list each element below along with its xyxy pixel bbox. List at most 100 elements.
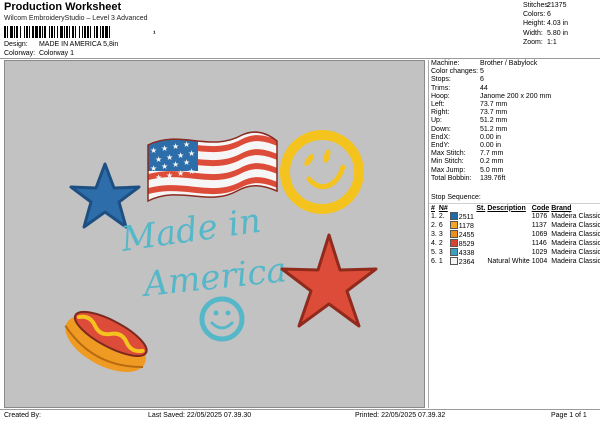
color-cell: 8529	[449, 239, 477, 248]
machine-info-label: Total Bobbin:	[431, 174, 472, 182]
machine-info-value: 73.7 mm	[480, 101, 508, 109]
thread-brand: Madeira Classic 40	[551, 231, 600, 238]
machine-info-row: EndX: 0.00 in	[431, 134, 551, 142]
thread-code: 1004	[531, 258, 548, 265]
color-id: 8529	[458, 241, 475, 248]
stop-number: 1.	[431, 213, 437, 220]
machine-info-label: Left:	[431, 101, 445, 109]
stop-number: 3.	[431, 231, 437, 238]
machine-info-row: EndY: 0.00 in	[431, 142, 551, 150]
machine-info-label: Machine:	[431, 60, 460, 67]
colorway-row: Colorway: Colorway 1	[4, 50, 74, 57]
machine-info-value: 0.00 in	[480, 133, 502, 141]
stitch-count	[476, 221, 487, 230]
machine-info-value: 51.2 mm	[480, 117, 508, 125]
stop-sequence-label: Stop Sequence:	[431, 194, 481, 201]
thread-code: 1029	[531, 249, 548, 256]
barcode	[4, 26, 110, 38]
machine-info-row: Stops: 6	[431, 76, 551, 84]
red-star	[280, 233, 378, 328]
machine-info-label: EndX:	[431, 133, 451, 141]
machine-info-label: EndY:	[431, 142, 450, 150]
color-cell: 2511	[449, 212, 477, 221]
software-subtitle: Wilcom EmbroideryStudio – Level 3 Advanc…	[4, 15, 148, 22]
page-title: Production Worksheet	[4, 1, 122, 13]
machine-info-label: Color changes:	[431, 68, 479, 76]
machine-info-label: Up:	[431, 117, 442, 125]
design-value: MADE IN AMERICA 5,8in	[38, 41, 119, 48]
color-swatch	[449, 248, 458, 256]
thread-brand: Madeira Classic 40	[551, 258, 600, 265]
svg-text:★: ★	[150, 146, 157, 155]
table-row: 3.3 2455 1069Madeira Classic 40	[431, 230, 600, 239]
table-row: 4.2 8529 1146 Madeira Classic 40	[431, 239, 600, 248]
machine-info-label: Min Stitch:	[431, 158, 464, 166]
color-id: 4338	[458, 250, 475, 257]
machine-info-label: Max Stitch:	[431, 150, 466, 158]
needle-number: 3	[438, 231, 443, 238]
table-row: 1.2. 2511 1076Madeira Classic 40	[431, 212, 600, 221]
svg-text:★: ★	[183, 140, 190, 149]
machine-info-row: Min Stitch: 0.2 mm	[431, 158, 551, 166]
colorway-label: Colorway:	[4, 50, 36, 57]
machine-info-row: Down: 51.2 mm	[431, 126, 551, 134]
thread-description: Natural White	[487, 258, 530, 265]
col-stop-number: #	[431, 204, 435, 212]
stitch-count	[476, 212, 487, 221]
needle-number: 6	[438, 222, 443, 229]
color-swatch	[449, 239, 458, 247]
machine-info-row: Hoop: Janome 200 x 200 mm	[431, 93, 551, 101]
col-description: Description	[487, 204, 526, 212]
machine-info-row: Machine: Brother / Babylock	[431, 60, 551, 68]
header-divider	[0, 58, 600, 59]
thread-description	[487, 221, 531, 230]
machine-info-row: Up: 51.2 mm	[431, 117, 551, 125]
machine-info-label: Trims:	[431, 84, 451, 92]
machine-info-value: 73.7 mm	[480, 109, 508, 117]
stop-number: 5.	[431, 249, 437, 256]
design-stats: Stitches:21375 Colors: 6 Height: 4.03 in W…	[523, 1, 568, 47]
stitch-count	[476, 257, 487, 266]
svg-text:★: ★	[172, 142, 179, 151]
yellow-smiley-icon	[280, 130, 364, 214]
lettering-line-2: America	[139, 250, 289, 305]
thread-description	[487, 230, 531, 239]
color-cell: 2364	[449, 257, 477, 266]
embroidery-artwork: ★ ★ ★ ★★ ★ ★ ★★ ★ ★ ★★ ★ ★ ★ Made in America	[64, 130, 378, 373]
design-label: Design:	[4, 41, 28, 48]
lettering-line-1: Made in	[118, 201, 264, 260]
color-cell: 2455	[449, 230, 477, 239]
machine-info-value: Janome 200 x 200 mm	[480, 92, 552, 100]
color-swatch	[449, 257, 458, 265]
stop-number: 4.	[431, 240, 437, 247]
machine-info-value: Brother / Babylock	[480, 60, 538, 67]
stat-colors: Colors: 6	[523, 11, 551, 19]
color-cell: 1178	[449, 221, 477, 230]
stat-height: Height: 4.03 in	[523, 20, 569, 28]
machine-info-label: Right:	[431, 109, 450, 117]
machine-info-label: Hoop:	[431, 92, 450, 100]
machine-info-value: 6	[480, 76, 484, 84]
svg-text:★: ★	[150, 164, 157, 173]
color-cell: 4338	[449, 248, 477, 257]
stat-width: Width: 5.80 in	[523, 29, 569, 37]
stitch-count	[476, 248, 487, 257]
machine-info-value: 51.2 mm	[480, 125, 508, 133]
needle-number: 2	[438, 240, 443, 247]
svg-text:★: ★	[161, 144, 168, 153]
color-id: 1178	[458, 223, 474, 230]
machine-info-label: Max Jump:	[431, 166, 466, 174]
machine-info-row: Max Jump: 5.0 mm	[431, 167, 551, 175]
stop-number: 2.	[431, 222, 437, 229]
color-swatch	[449, 230, 458, 238]
machine-info-value: 5	[480, 68, 484, 76]
needle-number: 3	[438, 249, 443, 256]
panel-divider	[428, 60, 429, 408]
color-id: 2364	[458, 259, 475, 266]
barcode-tail: ¹	[153, 29, 156, 38]
col-code: Code	[531, 204, 550, 212]
col-brand: Brand	[551, 204, 572, 212]
machine-info-row: Total Bobbin: 139.76ft	[431, 175, 551, 183]
thread-code: 1069	[531, 231, 548, 238]
thread-brand: Madeira Classic 40	[551, 249, 600, 256]
